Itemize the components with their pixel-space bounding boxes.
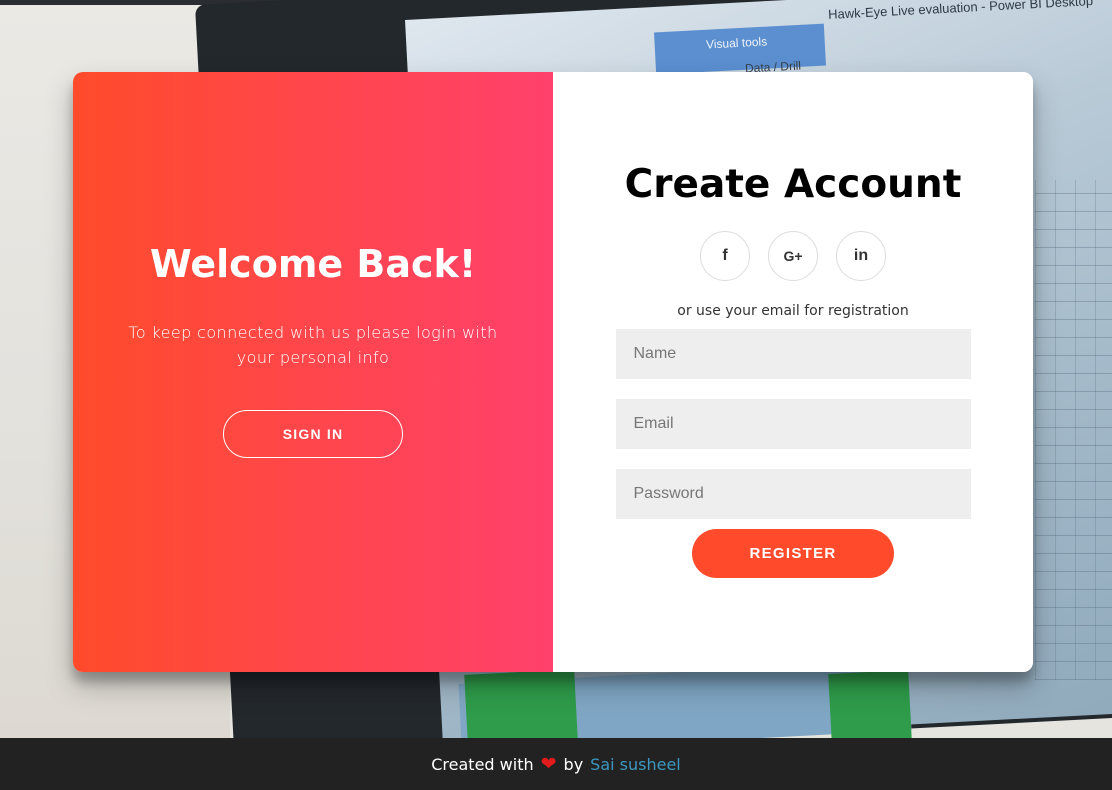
footer: Created with ❤ by Sai susheel (0, 738, 1112, 790)
linkedin-button[interactable]: in (836, 231, 886, 281)
facebook-icon: f (722, 247, 728, 264)
background-grid (1035, 180, 1112, 680)
background-court-green-left (464, 669, 578, 738)
background-court-green-right (828, 669, 912, 738)
welcome-title: Welcome Back! (149, 242, 477, 286)
footer-by: by (563, 754, 584, 774)
google-plus-button[interactable]: G+ (768, 231, 818, 281)
author-link[interactable]: Sai susheel (590, 755, 681, 774)
password-input[interactable]: Password (615, 469, 971, 519)
social-buttons: f G+ in (700, 231, 886, 281)
google-plus-icon: G+ (783, 248, 803, 264)
name-input[interactable]: Name (615, 329, 971, 379)
sign-in-button[interactable]: SIGN IN (223, 410, 403, 458)
register-form: Create Account f G+ in or use your email… (553, 72, 1033, 672)
footer-prefix: Created with (431, 754, 534, 774)
linkedin-icon: in (853, 247, 869, 264)
registration-hint: or use your email for registration (677, 303, 909, 319)
welcome-panel: Welcome Back! To keep connected with us … (73, 72, 553, 672)
register-button[interactable]: REGISTER (692, 529, 894, 578)
form-title: Create Account (624, 162, 962, 207)
welcome-message: To keep connected with us please login w… (128, 323, 498, 367)
facebook-button[interactable]: f (700, 231, 750, 281)
heart-icon: ❤ (540, 752, 557, 775)
auth-card: Welcome Back! To keep connected with us … (73, 72, 1033, 672)
email-input[interactable]: Email (615, 399, 971, 449)
